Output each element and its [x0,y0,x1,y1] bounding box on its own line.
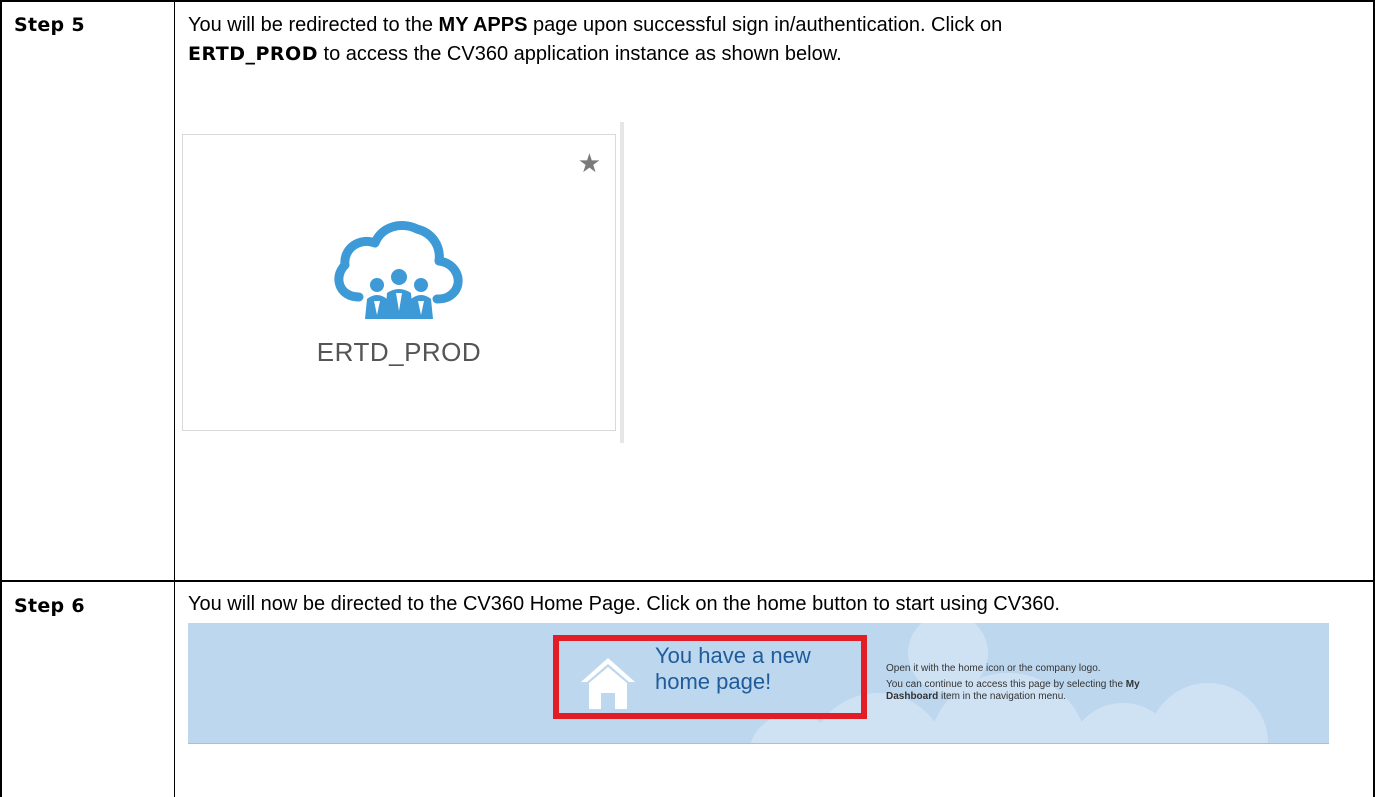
table-border-top [0,0,1375,2]
step-6-instructions: You will now be directed to the CV360 Ho… [188,593,1060,615]
star-icon[interactable]: ★ [578,151,601,177]
step-5-text-c: to access the CV360 application instance… [317,43,842,65]
step-5-label: Step 5 [14,14,85,36]
step-5-instructions: You will be redirected to the MY APPS pa… [188,11,1338,69]
banner-info-line1: Open it with the home icon or the compan… [886,663,1101,674]
ertd-prod-bold: ERTD_PROD [188,43,318,65]
table-row-divider [0,580,1375,582]
banner-title: You have a new home page! [655,643,811,694]
step-6-label: Step 6 [14,595,85,617]
info-bold-my: My [1125,679,1140,690]
instruction-table: Step 5 You will be redirected to the MY … [0,0,1375,797]
app-tile-ertd-prod[interactable]: ★ ERTD_PROD [182,134,616,431]
home-button-highlight[interactable]: You have a new home page! [553,635,867,719]
step-5-text-b: page upon successful sign in/authenticat… [527,14,1003,36]
table-border-left [0,0,2,797]
house-icon[interactable] [579,655,637,711]
app-tile-name: ERTD_PROD [316,337,482,367]
banner-info: Open it with the home icon or the compan… [886,663,1266,707]
cloud-people-icon [334,221,463,319]
info-text-b: item in the navigation menu. [938,691,1067,702]
info-bold-dashboard: Dashboard [886,691,939,702]
table-column-divider [174,0,175,797]
info-text-a: You can continue to access this page by … [886,679,1126,690]
banner-info-line2: You can continue to access this page by … [886,679,1266,703]
home-page-banner: You have a new home page! Open it with t… [188,623,1329,744]
my-apps-label: MY APPS [438,14,528,36]
step-5-text-a: You will be redirected to the [188,14,439,36]
tile-scrollbar-edge [620,122,624,443]
